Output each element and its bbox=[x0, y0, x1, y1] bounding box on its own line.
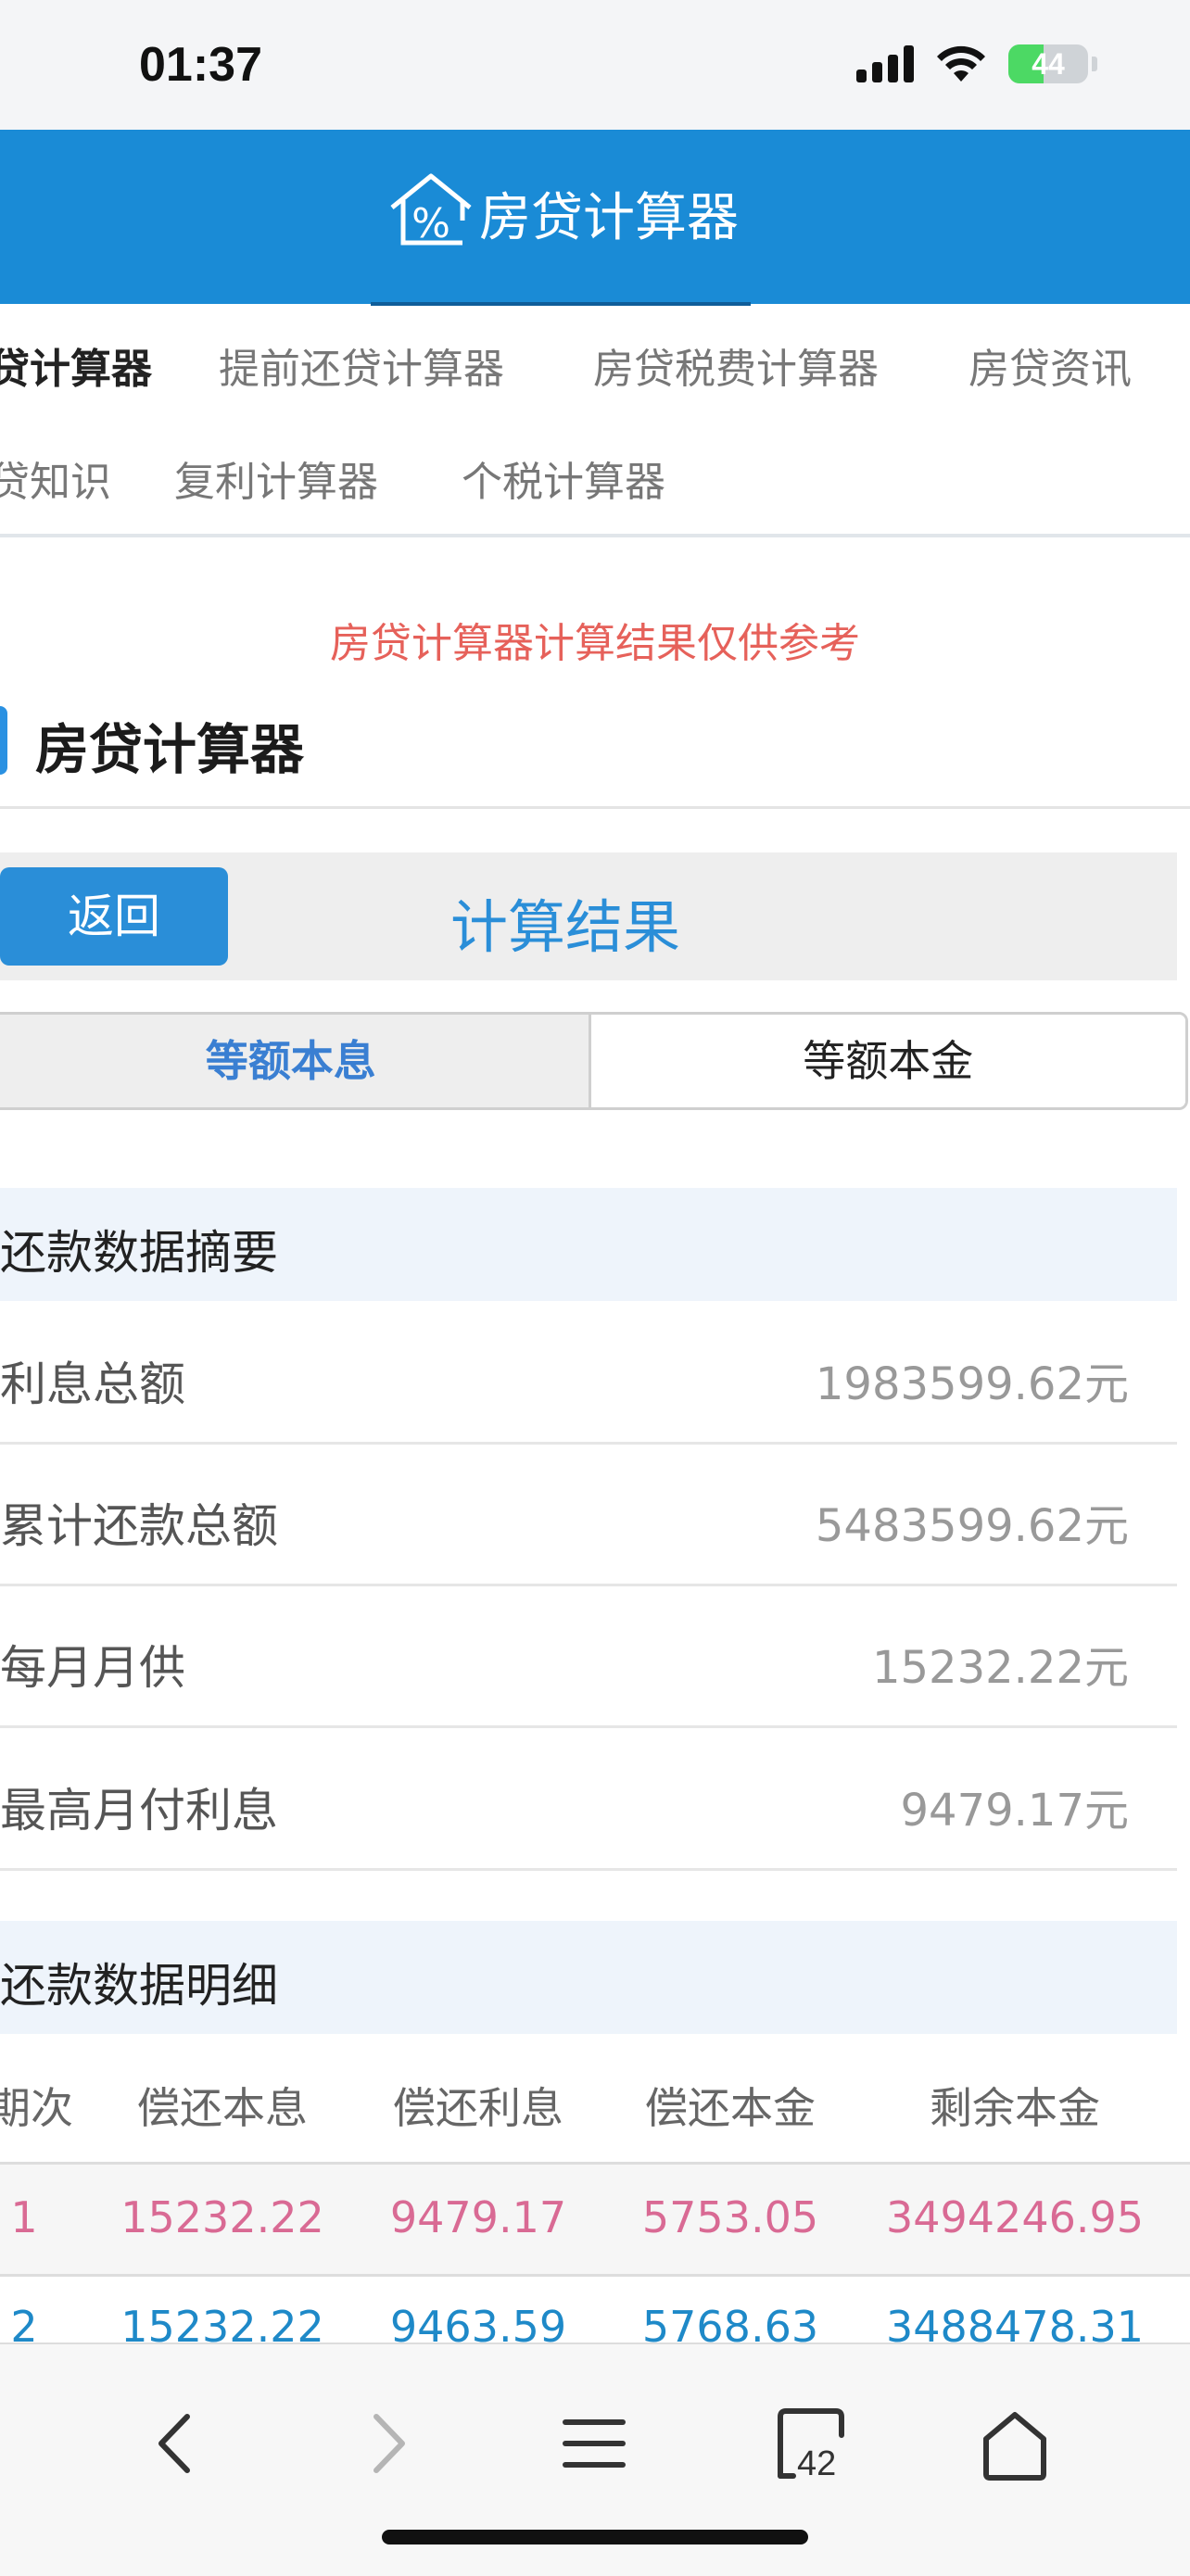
nav-item-income-tax-calculator[interactable]: 个税计算器 bbox=[462, 448, 665, 508]
nav-item-prepayment-calculator[interactable]: 提前还贷计算器 bbox=[219, 335, 504, 395]
cell-period: 1 bbox=[10, 2192, 38, 2242]
summary-label: 利息总额 bbox=[0, 1357, 185, 1411]
section-title-bar bbox=[0, 706, 7, 775]
back-arrow-icon[interactable] bbox=[135, 2402, 219, 2485]
summary-header-text: 还款数据摘要 bbox=[0, 1226, 278, 1280]
svg-text:%: % bbox=[411, 200, 450, 247]
table-row: 1 15232.22 9479.17 5753.05 3494246.95 bbox=[0, 2165, 1190, 2277]
back-button[interactable]: 返回 bbox=[0, 867, 228, 966]
repayment-method-tabs: 等额本息 等额本金 bbox=[0, 1012, 1188, 1110]
column-header-interest: 偿还利息 bbox=[393, 2083, 563, 2133]
tab-equal-installment[interactable]: 等额本息 bbox=[0, 1015, 591, 1107]
section-title-text: 房贷计算器 bbox=[35, 718, 305, 781]
column-header-period: 期次 bbox=[0, 2083, 73, 2133]
home-icon[interactable] bbox=[973, 2402, 1057, 2485]
cell-payment: 15232.22 bbox=[120, 2192, 324, 2242]
summary-value: 9479.17元 bbox=[900, 1785, 1130, 1837]
detail-header: 还款数据明细 bbox=[0, 1921, 1177, 2034]
summary-row: 利息总额 1983599.62元 bbox=[0, 1301, 1177, 1445]
wifi-icon bbox=[937, 45, 985, 82]
table-header: 期次 偿还本息 偿还利息 偿还本金 剩余本金 bbox=[0, 2034, 1190, 2165]
summary-value: 1983599.62元 bbox=[815, 1358, 1129, 1410]
nav-item-mortgage-knowledge[interactable]: 贷知识 bbox=[0, 448, 111, 508]
summary-label: 累计还款总额 bbox=[0, 1499, 278, 1553]
result-bar: 计算结果 返回 bbox=[0, 852, 1177, 980]
disclaimer-notice: 房贷计算器计算结果仅供参考 bbox=[330, 620, 860, 667]
column-header-principal: 偿还本金 bbox=[645, 2083, 816, 2133]
site-logo[interactable]: % 房贷计算器 bbox=[385, 158, 739, 269]
site-title: 房贷计算器 bbox=[479, 187, 739, 248]
summary-header: 还款数据摘要 bbox=[0, 1188, 1177, 1301]
cellular-signal-icon bbox=[856, 45, 914, 82]
tab-equal-principal[interactable]: 等额本金 bbox=[590, 1015, 1185, 1107]
summary-row: 每月月供 15232.22元 bbox=[0, 1585, 1177, 1728]
menu-icon[interactable] bbox=[552, 2402, 636, 2485]
nav-item-compound-calculator[interactable]: 复利计算器 bbox=[174, 448, 378, 508]
status-icons: 44 bbox=[856, 44, 1097, 83]
summary-label: 最高月付利息 bbox=[0, 1784, 278, 1837]
top-nav: 贷计算器 提前还贷计算器 房贷税费计算器 房贷资讯 贷知识 复利计算器 个税计算… bbox=[0, 306, 1190, 537]
tabs-count: 42 bbox=[797, 2444, 837, 2483]
summary-value: 15232.22元 bbox=[871, 1642, 1129, 1694]
detail-header-text: 还款数据明细 bbox=[0, 1959, 278, 2013]
battery-nub bbox=[1092, 57, 1097, 71]
summary-label: 每月月供 bbox=[0, 1641, 185, 1695]
column-header-remaining: 剩余本金 bbox=[930, 2083, 1100, 2133]
forward-arrow-icon[interactable] bbox=[345, 2402, 428, 2485]
battery-icon: 44 bbox=[1008, 44, 1088, 83]
status-bar: 01:37 44 bbox=[0, 0, 1190, 130]
status-time: 01:37 bbox=[139, 38, 262, 92]
column-header-payment: 偿还本息 bbox=[137, 2083, 308, 2133]
cell-remaining: 3494246.95 bbox=[885, 2192, 1145, 2242]
nav-item-mortgage-calculator[interactable]: 贷计算器 bbox=[0, 335, 152, 395]
summary-value: 5483599.62元 bbox=[815, 1500, 1129, 1552]
nav-item-tax-calculator[interactable]: 房贷税费计算器 bbox=[593, 335, 879, 395]
summary-row: 最高月付利息 9479.17元 bbox=[0, 1727, 1177, 1871]
nav-item-mortgage-news[interactable]: 房贷资讯 bbox=[968, 335, 1132, 395]
cell-principal: 5753.05 bbox=[641, 2192, 819, 2242]
section-title: 房贷计算器 bbox=[0, 704, 1190, 809]
cell-interest: 9479.17 bbox=[389, 2192, 567, 2242]
house-percent-icon: % bbox=[390, 173, 472, 247]
home-indicator[interactable] bbox=[382, 2530, 808, 2544]
battery-level: 44 bbox=[1032, 47, 1065, 81]
summary-row: 累计还款总额 5483599.62元 bbox=[0, 1443, 1177, 1586]
